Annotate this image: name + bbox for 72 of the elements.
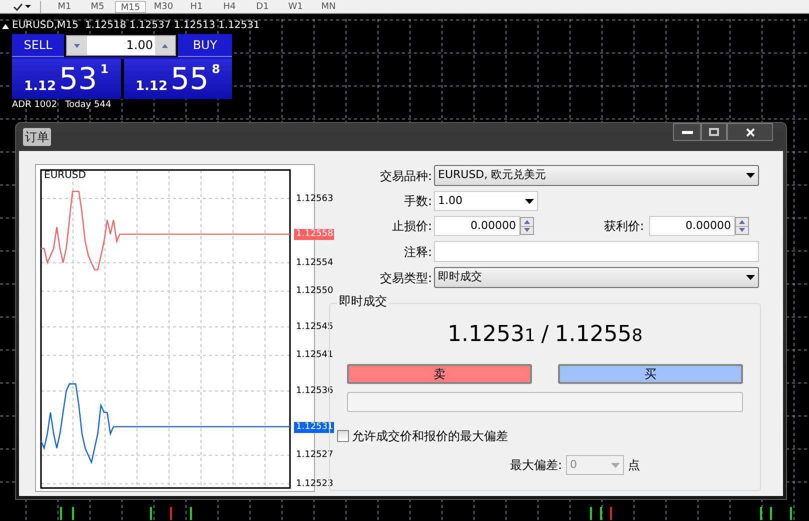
timeframe-button[interactable]: M1 bbox=[49, 1, 80, 13]
timeframe-button[interactable]: W1 bbox=[280, 1, 311, 13]
field-label: 获利价: bbox=[602, 218, 645, 235]
down-arrow-icon bbox=[74, 44, 80, 48]
spin-buttons[interactable] bbox=[520, 217, 534, 235]
up-arrow-icon bbox=[162, 44, 168, 48]
checkbox-label: 允许成交价和报价的最大偏差 bbox=[352, 428, 508, 445]
quote-separator: / bbox=[541, 324, 549, 346]
down-arrow-icon bbox=[739, 228, 745, 232]
stop-loss-field[interactable]: 0.00000 bbox=[434, 216, 520, 236]
axis-tick-label: 1.12536 bbox=[296, 386, 334, 396]
order-type-dropdown[interactable]: 即时成交 bbox=[434, 267, 759, 288]
axis-tick-label: 1.12527 bbox=[296, 450, 334, 460]
ask-quote: 1.12558 bbox=[554, 324, 643, 346]
stat-text: Today 544 bbox=[65, 101, 112, 110]
symbol-dropdown[interactable]: EURUSD, 欧元兑美元 bbox=[434, 165, 759, 186]
buy-button[interactable]: 买 bbox=[558, 364, 743, 384]
chart-header: EURUSD,M15 1.12518 1.12537 1.12513 1.12531 bbox=[12, 21, 260, 31]
down-arrow-icon bbox=[524, 228, 530, 232]
buy-button[interactable]: BUY bbox=[178, 34, 232, 57]
axis-tick-label: 1.12554 bbox=[296, 258, 334, 268]
dropdown-caret-icon bbox=[611, 462, 620, 468]
field-label: 止损价: bbox=[390, 218, 433, 235]
timeframe-button[interactable]: M15 bbox=[115, 1, 146, 13]
stat-text: ADR 1002 bbox=[12, 101, 58, 110]
up-arrow-icon bbox=[524, 220, 530, 224]
take-profit-field[interactable]: 0.00000 bbox=[649, 216, 735, 236]
field-label: 最大偏差: bbox=[510, 457, 562, 474]
sell-button[interactable]: 卖 bbox=[347, 364, 532, 384]
collapse-triangle-icon[interactable] bbox=[2, 24, 9, 28]
chart-symbol: EURUSD bbox=[44, 171, 86, 181]
up-arrow-icon bbox=[739, 220, 745, 224]
axis-tick-label: 1.12523 bbox=[296, 478, 334, 489]
dropdown-caret-icon bbox=[746, 275, 755, 280]
axis-tick-label: 1.12550 bbox=[296, 286, 334, 296]
unit-label: 点 bbox=[628, 457, 640, 474]
field-label: 交易品种: bbox=[378, 168, 433, 184]
spin-buttons[interactable] bbox=[735, 217, 749, 235]
timeframe-button[interactable]: D1 bbox=[247, 1, 278, 13]
price-prefix: 1.12 bbox=[24, 80, 56, 93]
field-label: 注释: bbox=[402, 244, 433, 260]
sell-button[interactable]: SELL bbox=[12, 34, 64, 57]
field-label: 手数: bbox=[402, 193, 433, 210]
price-pip: 1 bbox=[100, 63, 109, 75]
price-prefix: 1.12 bbox=[135, 80, 168, 93]
axis-tick-label: 1.12541 bbox=[296, 350, 334, 360]
checkbox[interactable] bbox=[337, 430, 349, 442]
axis-tick-label: 1.12563 bbox=[296, 194, 334, 204]
timeframe-button[interactable]: H4 bbox=[214, 1, 245, 13]
field-label: 交易类型: bbox=[378, 270, 433, 286]
group-title: 即时成交 bbox=[337, 295, 389, 307]
bid-quote: 1.12531 bbox=[447, 324, 536, 346]
lot-stepper[interactable]: 1.00 bbox=[66, 35, 176, 56]
timeframe-button[interactable]: M5 bbox=[82, 1, 113, 13]
dropdown-caret-icon bbox=[525, 198, 534, 204]
minimize-button[interactable] bbox=[673, 123, 701, 141]
axis-tick-label: 1.12545 bbox=[296, 322, 334, 332]
price-tag: 1.12558 bbox=[294, 229, 334, 240]
timeframe-button[interactable]: M30 bbox=[148, 1, 179, 13]
timeframe-button[interactable]: H1 bbox=[181, 1, 212, 13]
price-big: 53 bbox=[59, 65, 98, 95]
comment-field[interactable] bbox=[434, 241, 759, 262]
close-button[interactable] bbox=[727, 123, 773, 141]
lot-value: 1.00 bbox=[87, 36, 155, 55]
price-pip: 8 bbox=[212, 63, 220, 75]
dropdown-caret-icon bbox=[746, 173, 755, 178]
price-big: 55 bbox=[170, 65, 209, 95]
volume-combobox[interactable]: 1.00 bbox=[434, 191, 538, 211]
window-title: 订单 bbox=[23, 128, 51, 146]
timeframe-button[interactable]: MN bbox=[313, 1, 344, 13]
close-icon bbox=[746, 128, 754, 136]
maximize-button[interactable] bbox=[701, 123, 727, 141]
